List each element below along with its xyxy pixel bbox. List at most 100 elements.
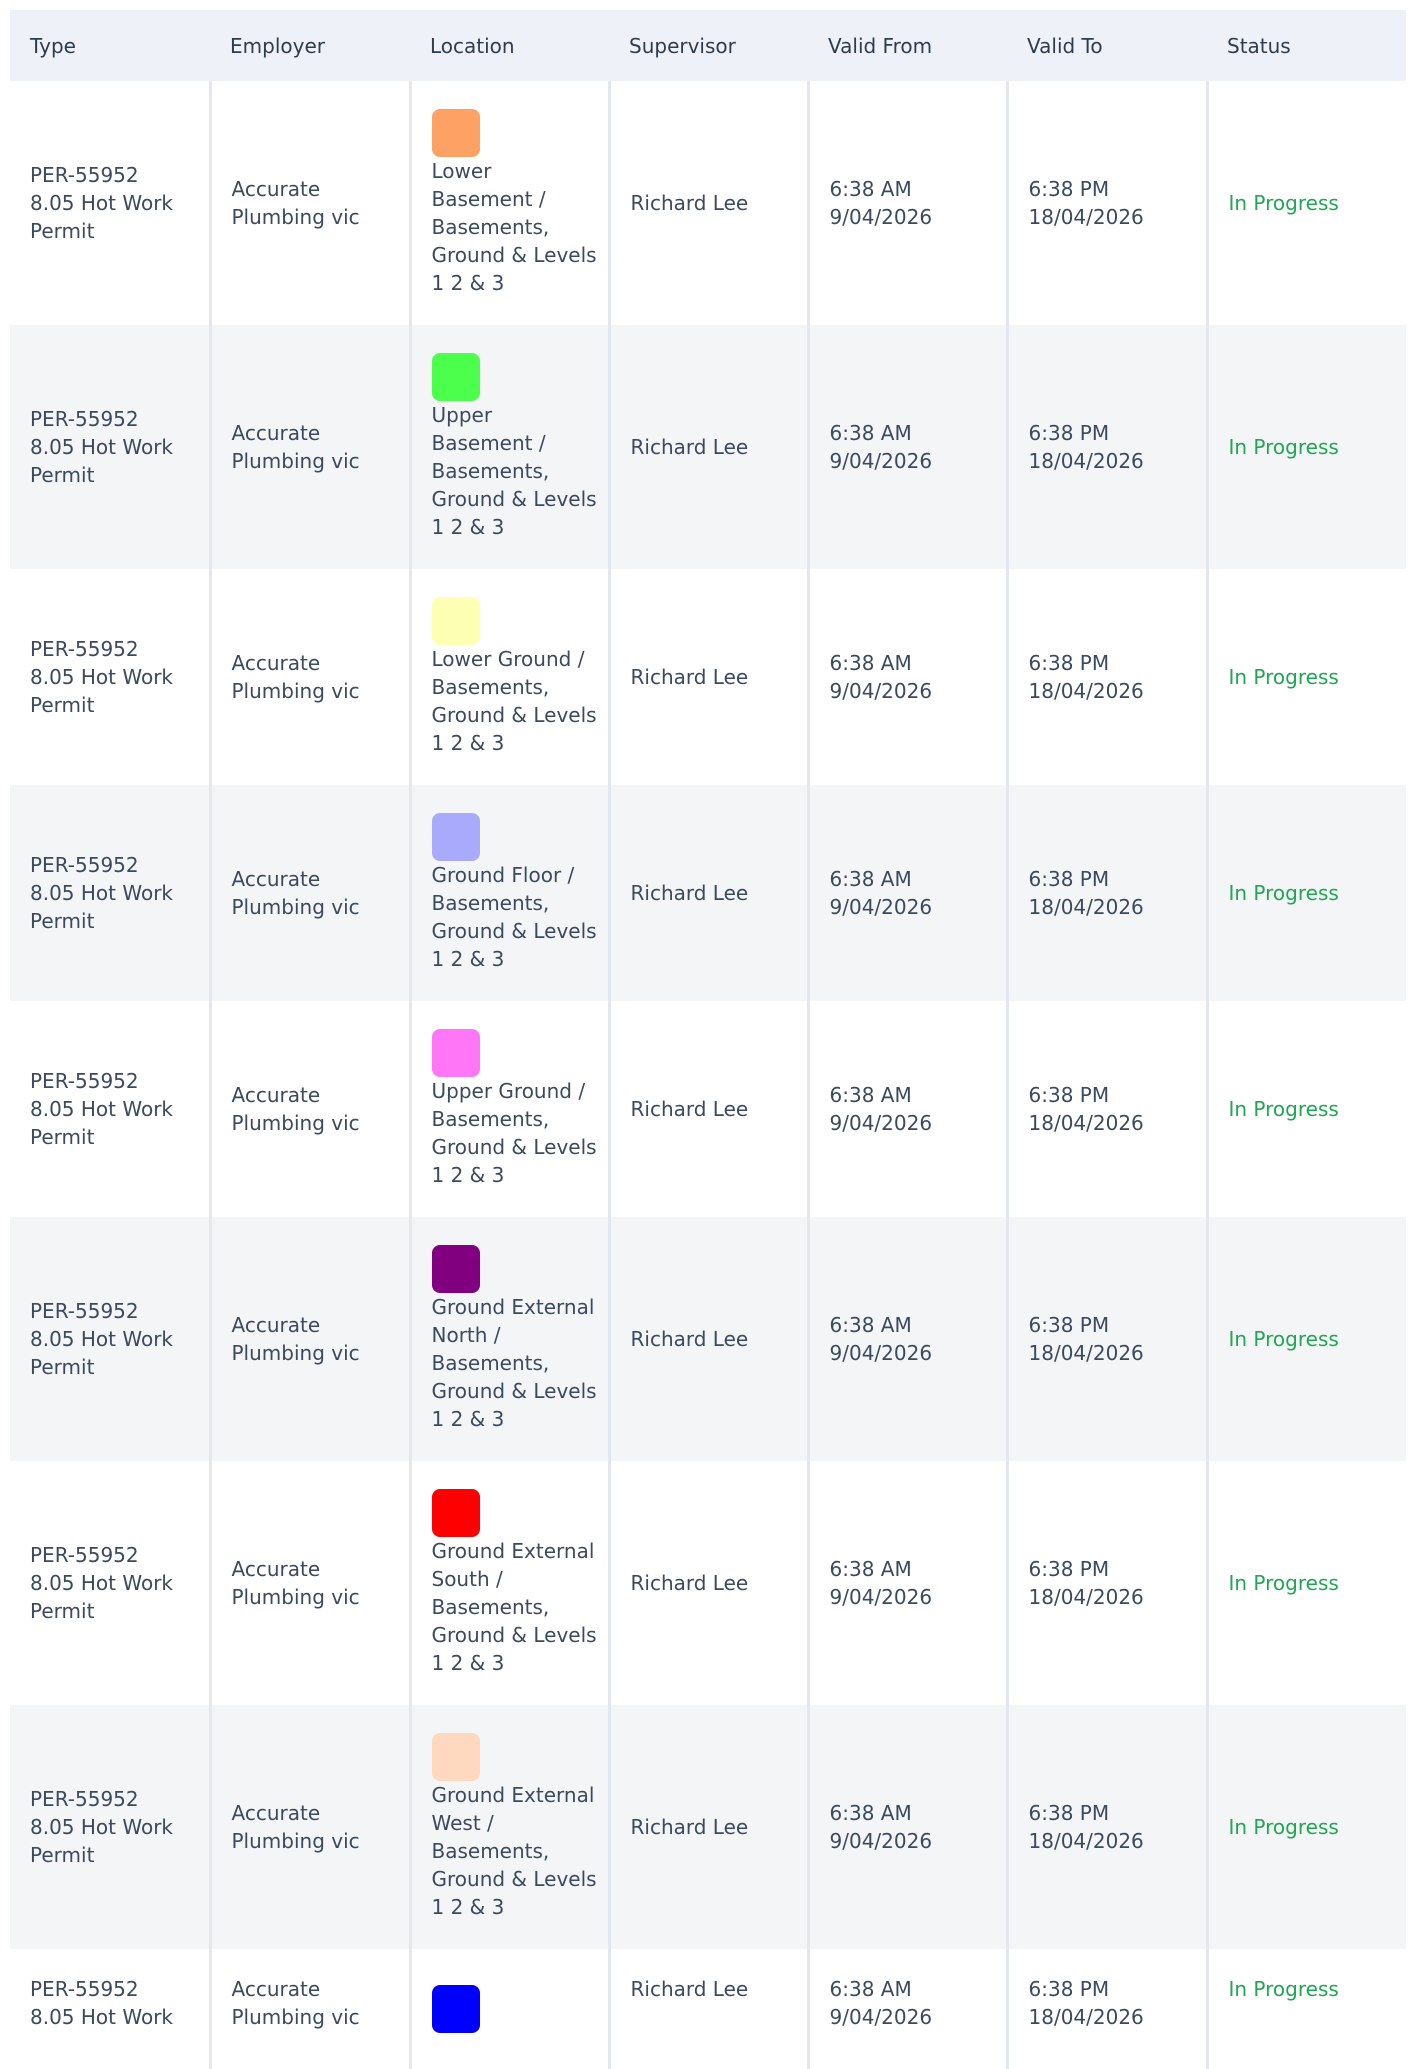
permit-type-name: 8.05 Hot Work Permit (30, 1571, 174, 1623)
valid-from-date: 9/04/2026 (829, 895, 933, 919)
valid-to-time: 6:38 PM (1028, 1083, 1110, 1107)
location-color-swatch (431, 597, 480, 645)
permit-id: PER-55952 (30, 637, 139, 661)
column-header-location[interactable]: Location (410, 10, 609, 81)
permit-id: PER-55952 (30, 853, 139, 877)
valid-to-date: 18/04/2026 (1028, 1111, 1144, 1135)
status-label: In Progress (1207, 569, 1406, 785)
status-label: In Progress (1207, 1217, 1406, 1461)
cell-employer: Accurate Plumbing vic (210, 325, 412, 569)
cell-valid-from: 6:38 AM 9/04/2026 (808, 81, 1009, 325)
table-row[interactable]: PER-55952 8.05 Hot Work Permit Accurate Pl… (10, 785, 1406, 1001)
valid-from-time: 6:38 AM (829, 1083, 912, 1107)
table-row[interactable]: PER-55952 8.05 Hot Work Accurate Plumbing … (10, 1949, 1406, 2069)
location-color-swatch (431, 813, 480, 861)
valid-from-time: 6:38 AM (829, 867, 912, 891)
cell-employer: Accurate Plumbing vic (210, 1001, 412, 1217)
table-row[interactable]: PER-55952 8.05 Hot Work Permit Accurate Pl… (10, 1217, 1406, 1461)
cell-valid-from: 6:38 AM 9/04/2026 (808, 1705, 1009, 1949)
cell-supervisor: Richard Lee (609, 1705, 810, 1949)
cell-employer: Accurate Plumbing vic (210, 1705, 412, 1949)
cell-supervisor: Richard Lee (609, 1217, 810, 1461)
permit-id: PER-55952 (30, 1299, 139, 1323)
valid-from-date: 9/04/2026 (829, 449, 933, 473)
valid-to-time: 6:38 PM (1028, 1977, 1110, 2001)
location-color-swatch (431, 1985, 480, 2033)
valid-to-date: 18/04/2026 (1028, 679, 1144, 703)
cell-type: PER-55952 8.05 Hot Work Permit (10, 325, 212, 569)
cell-employer: Accurate Plumbing vic (210, 1949, 412, 2069)
column-header-supervisor[interactable]: Supervisor (609, 10, 808, 81)
location-color-swatch (431, 353, 480, 401)
location-label: Lower Ground / Basements, Ground & Level… (431, 647, 597, 755)
column-header-status[interactable]: Status (1207, 10, 1406, 81)
valid-to-time: 6:38 PM (1028, 651, 1110, 675)
table-row[interactable]: PER-55952 8.05 Hot Work Permit Accurate Pl… (10, 81, 1406, 325)
table-row[interactable]: PER-55952 8.05 Hot Work Permit Accurate Pl… (10, 1705, 1406, 1949)
cell-type: PER-55952 8.05 Hot Work (10, 1949, 212, 2069)
valid-from-date: 9/04/2026 (829, 679, 933, 703)
valid-to-time: 6:38 PM (1028, 1557, 1110, 1581)
column-header-valid-from[interactable]: Valid From (808, 10, 1007, 81)
cell-valid-from: 6:38 AM 9/04/2026 (808, 1461, 1009, 1705)
valid-to-date: 18/04/2026 (1028, 205, 1144, 229)
column-header-type[interactable]: Type (10, 10, 210, 81)
cell-valid-from: 6:38 AM 9/04/2026 (808, 1949, 1009, 2069)
valid-from-time: 6:38 AM (829, 1801, 912, 1825)
location-label: Lower Basement / Basements, Ground & Lev… (431, 159, 597, 295)
permit-type-name: 8.05 Hot Work Permit (30, 1815, 174, 1867)
valid-from-date: 9/04/2026 (829, 1341, 933, 1365)
permit-type-name: 8.05 Hot Work Permit (30, 191, 174, 243)
cell-type: PER-55952 8.05 Hot Work Permit (10, 1461, 212, 1705)
column-header-valid-to[interactable]: Valid To (1007, 10, 1207, 81)
cell-valid-to: 6:38 PM 18/04/2026 (1007, 1001, 1209, 1217)
valid-from-time: 6:38 AM (829, 177, 912, 201)
table-row[interactable]: PER-55952 8.05 Hot Work Permit Accurate Pl… (10, 1461, 1406, 1705)
table-row[interactable]: PER-55952 8.05 Hot Work Permit Accurate Pl… (10, 1001, 1406, 1217)
cell-type: PER-55952 8.05 Hot Work Permit (10, 1217, 212, 1461)
permit-id: PER-55952 (30, 1069, 139, 1093)
valid-to-time: 6:38 PM (1028, 421, 1110, 445)
cell-type: PER-55952 8.05 Hot Work Permit (10, 81, 212, 325)
permit-type-name: 8.05 Hot Work (30, 2005, 174, 2029)
location-label: Ground External South / Basements, Groun… (431, 1539, 597, 1675)
location-label: Ground External West / Basements, Ground… (431, 1783, 597, 1919)
cell-valid-to: 6:38 PM 18/04/2026 (1007, 1705, 1209, 1949)
permit-type-name: 8.05 Hot Work Permit (30, 435, 174, 487)
valid-from-time: 6:38 AM (829, 1313, 912, 1337)
location-label: Upper Ground / Basements, Ground & Level… (431, 1079, 597, 1187)
cell-valid-from: 6:38 AM 9/04/2026 (808, 785, 1009, 1001)
cell-employer: Accurate Plumbing vic (210, 785, 412, 1001)
table-row[interactable]: PER-55952 8.05 Hot Work Permit Accurate Pl… (10, 569, 1406, 785)
cell-location: Lower Basement / Basements, Ground & Lev… (410, 81, 611, 325)
location-label: Upper Basement / Basements, Ground & Lev… (431, 403, 597, 539)
cell-supervisor: Richard Lee (609, 569, 810, 785)
valid-from-time: 6:38 AM (829, 651, 912, 675)
cell-employer: Accurate Plumbing vic (210, 1217, 412, 1461)
cell-valid-to: 6:38 PM 18/04/2026 (1007, 1217, 1209, 1461)
cell-supervisor: Richard Lee (609, 785, 810, 1001)
cell-valid-from: 6:38 AM 9/04/2026 (808, 1001, 1009, 1217)
permit-type-name: 8.05 Hot Work Permit (30, 881, 174, 933)
cell-location: Ground Floor / Basements, Ground & Level… (410, 785, 611, 1001)
location-color-swatch (431, 1489, 480, 1537)
cell-valid-from: 6:38 AM 9/04/2026 (808, 1217, 1009, 1461)
valid-from-date: 9/04/2026 (829, 1111, 933, 1135)
cell-type: PER-55952 8.05 Hot Work Permit (10, 1001, 212, 1217)
valid-to-date: 18/04/2026 (1028, 2005, 1144, 2029)
cell-location: Lower Ground / Basements, Ground & Level… (410, 569, 611, 785)
valid-from-date: 9/04/2026 (829, 1585, 933, 1609)
valid-from-time: 6:38 AM (829, 421, 912, 445)
location-color-swatch (431, 1029, 480, 1077)
location-label: Ground External North / Basements, Groun… (431, 1295, 597, 1431)
column-header-employer[interactable]: Employer (210, 10, 410, 81)
cell-location: Upper Ground / Basements, Ground & Level… (410, 1001, 611, 1217)
permit-type-name: 8.05 Hot Work Permit (30, 665, 174, 717)
cell-valid-from: 6:38 AM 9/04/2026 (808, 325, 1009, 569)
valid-from-date: 9/04/2026 (829, 1829, 933, 1853)
valid-to-time: 6:38 PM (1028, 1313, 1110, 1337)
cell-type: PER-55952 8.05 Hot Work Permit (10, 569, 212, 785)
permit-id: PER-55952 (30, 1787, 139, 1811)
table-row[interactable]: PER-55952 8.05 Hot Work Permit Accurate Pl… (10, 325, 1406, 569)
cell-valid-to: 6:38 PM 18/04/2026 (1007, 325, 1209, 569)
